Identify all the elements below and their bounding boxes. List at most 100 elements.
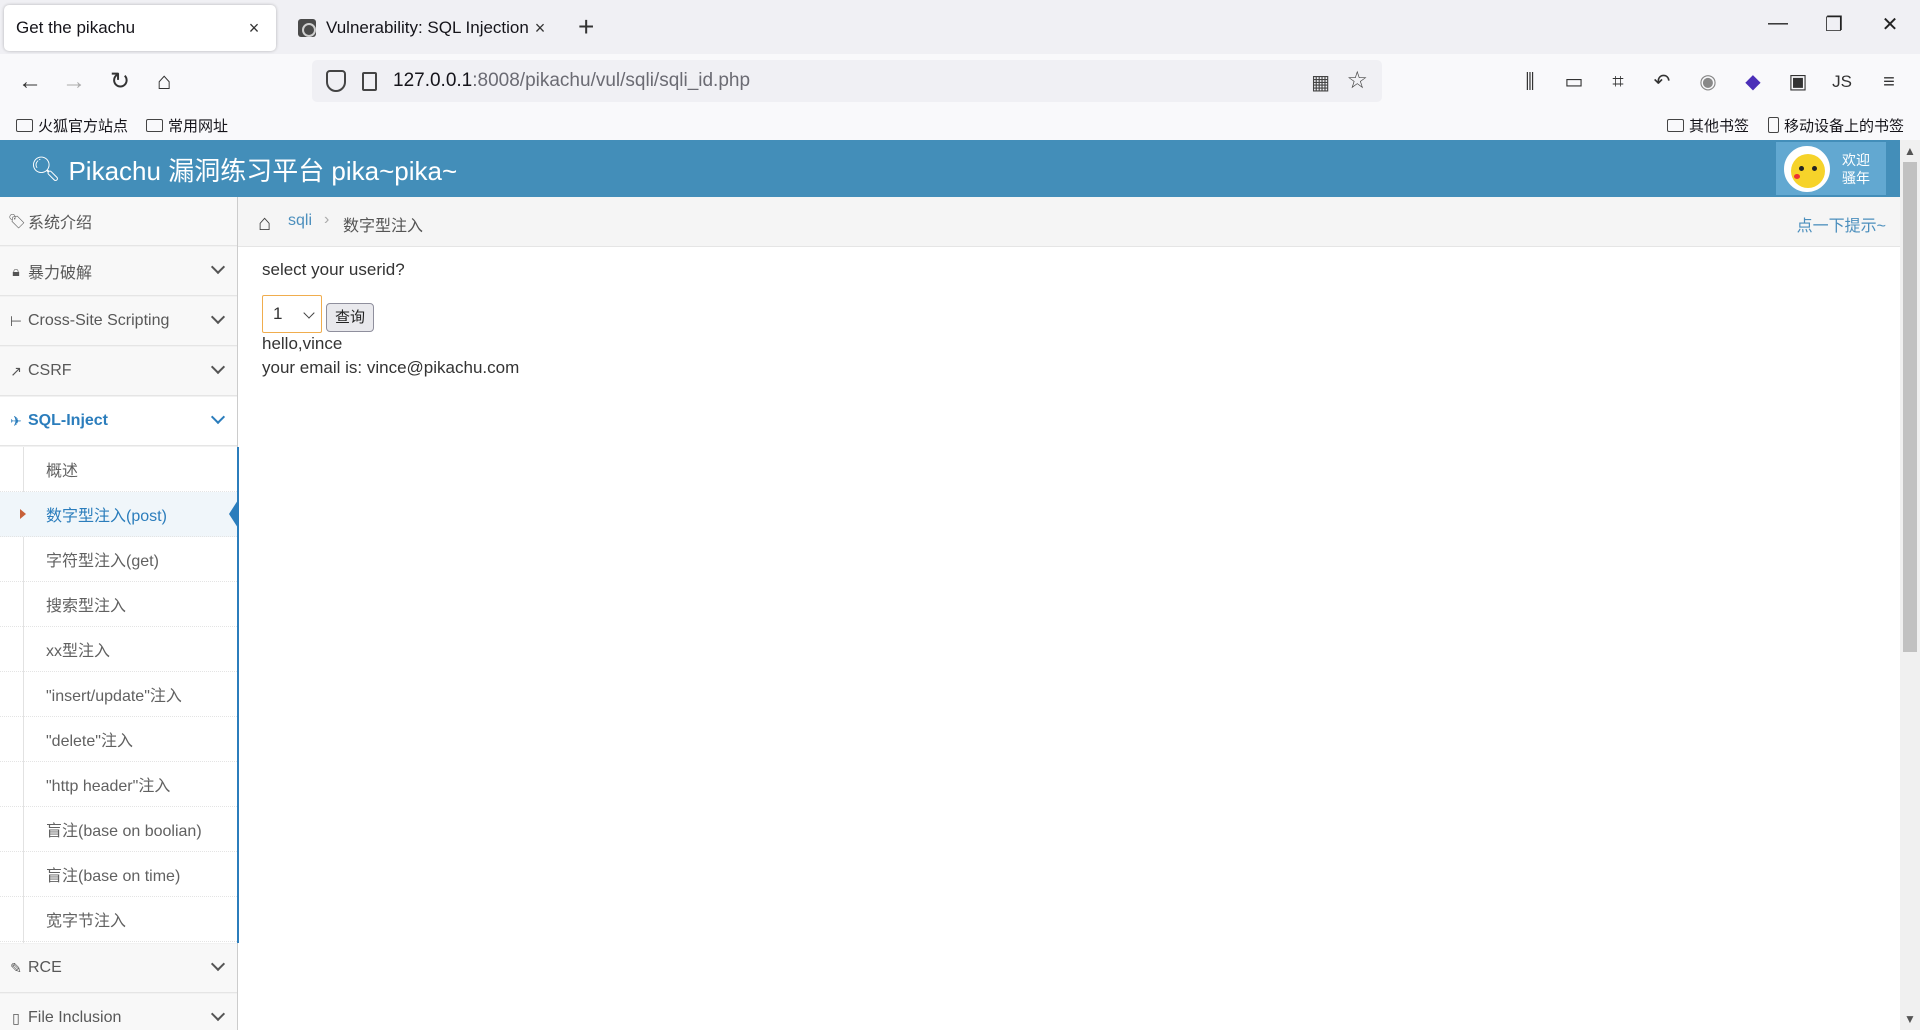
minimize-button[interactable]: —: [1758, 12, 1798, 35]
url-path: :8008/pikachu/vul/sqli/sqli_id.php: [472, 70, 751, 91]
tab-label: Get the pikachu: [16, 18, 136, 37]
avatar: [1784, 145, 1830, 192]
caret-right-icon: [20, 509, 26, 519]
sidebar-item-brute-force[interactable]: 🔒︎ 暴力破解: [0, 247, 237, 296]
submenu-item-label: 概述: [46, 463, 79, 480]
bookmark-label: 火狐官方站点: [38, 117, 129, 135]
app-header: 🔍︎ Pikachu 漏洞练习平台 pika~pika~ 欢迎 骚年: [0, 140, 1900, 197]
library-icon[interactable]: ⫼: [1514, 66, 1546, 98]
back-button[interactable]: ←: [14, 66, 46, 98]
submenu-item-http-header[interactable]: "http header"注入: [0, 762, 237, 807]
scroll-up-icon[interactable]: ▲: [1904, 144, 1916, 158]
user-menu[interactable]: 欢迎 骚年: [1776, 142, 1886, 195]
submenu-item-label: "http header"注入: [46, 778, 171, 795]
restore-button[interactable]: ❐: [1814, 12, 1854, 37]
submenu-item-overview[interactable]: 概述: [0, 447, 237, 492]
chevron-down-icon: [210, 359, 226, 375]
javascript-extension-icon[interactable]: JS: [1826, 66, 1858, 98]
result-email: your email is: vince@pikachu.com: [262, 358, 520, 377]
sql-inject-submenu: 概述 数字型注入(post) 字符型注入(get) 搜索型注入 xx型注入 "i…: [0, 447, 238, 943]
submenu-item-blind-time[interactable]: 盲注(base on time): [0, 852, 237, 897]
breadcrumb-sqli-link[interactable]: sqli: [288, 212, 312, 230]
tracking-shield-icon[interactable]: [326, 70, 346, 92]
bookmarks-bar: 火狐官方站点 常用网址 其他书签 移动设备上的书签: [0, 110, 1920, 140]
sidebar-item-label: 系统介绍: [28, 215, 93, 232]
userid-prompt: select your userid?: [262, 260, 405, 279]
dvwa-favicon-icon: [298, 19, 316, 37]
app-title[interactable]: 🔍︎ Pikachu 漏洞练习平台 pika~pika~: [30, 151, 457, 188]
tab-close-icon[interactable]: ×: [244, 18, 264, 39]
folder-icon: [146, 118, 163, 132]
sidebar-item-sql-inject[interactable]: ✈ SQL-Inject: [0, 397, 237, 446]
greeting-line-1: 欢迎: [1842, 151, 1870, 168]
chevron-down-icon: [303, 307, 315, 319]
submenu-item-xx[interactable]: xx型注入: [0, 627, 237, 672]
tab-label: Vulnerability: SQL Injection ::: [326, 18, 530, 37]
submenu-item-insert-update[interactable]: "insert/update"注入: [0, 672, 237, 717]
page-info-icon[interactable]: [362, 71, 377, 91]
submenu-item-blind-boolean[interactable]: 盲注(base on boolian): [0, 807, 237, 852]
breadcrumb-current: 数字型注入: [343, 218, 424, 235]
menu-icon[interactable]: ≡: [1873, 66, 1905, 98]
sidebar-item-intro[interactable]: 🏷︎ 系统介绍: [0, 197, 237, 246]
screenshot-crop-icon[interactable]: ⌗: [1602, 66, 1634, 98]
submenu-item-wide-byte[interactable]: 宽字节注入: [0, 897, 237, 942]
sidebar-item-csrf[interactable]: ↗ CSRF: [0, 347, 237, 396]
userid-select[interactable]: 1: [262, 295, 322, 333]
bookmark-other[interactable]: 其他书签: [1667, 113, 1749, 137]
submenu-item-label: 字符型注入(get): [46, 553, 159, 570]
file-icon: ▯: [12, 1009, 20, 1026]
scroll-down-icon[interactable]: ▼: [1904, 1012, 1916, 1026]
new-tab-button[interactable]: +: [578, 12, 594, 42]
web-page: 🔍︎ Pikachu 漏洞练习平台 pika~pika~ 欢迎 骚年 🏷︎ 系统…: [0, 140, 1900, 1030]
tab-vulnerability-sql-injection[interactable]: Vulnerability: SQL Injection :: ×: [286, 5, 562, 51]
chevron-down-icon: [210, 1006, 226, 1022]
sidebar-item-rce[interactable]: ✎ RCE: [0, 944, 237, 993]
lock-icon: 🔒︎: [12, 262, 20, 279]
tab-get-the-pikachu[interactable]: Get the pikachu ×: [4, 5, 276, 51]
forward-button[interactable]: →: [58, 66, 90, 98]
submenu-item-string-get[interactable]: 字符型注入(get): [0, 537, 237, 582]
chevron-down-icon: [210, 409, 226, 425]
sidebar-item-file-inclusion[interactable]: ▯ File Inclusion: [0, 994, 237, 1030]
submenu-item-label: "delete"注入: [46, 733, 133, 750]
bookmark-common-urls[interactable]: 常用网址: [146, 113, 228, 137]
bookmark-mobile[interactable]: 移动设备上的书签: [1768, 113, 1904, 137]
url-text: 127.0.0.1:8008/pikachu/vul/sqli/sqli_id.…: [393, 70, 750, 92]
submenu-item-delete[interactable]: "delete"注入: [0, 717, 237, 762]
extension-mask-icon[interactable]: ▣: [1782, 66, 1814, 98]
browser-tab-bar: Get the pikachu × Vulnerability: SQL Inj…: [0, 0, 1920, 54]
undo-icon[interactable]: ↶: [1646, 66, 1678, 98]
tab-close-icon[interactable]: ×: [530, 18, 550, 39]
sidebar-item-label: 暴力破解: [28, 265, 93, 282]
bookmark-firefox-site[interactable]: 火狐官方站点: [16, 113, 128, 137]
mobile-device-icon: [1768, 117, 1779, 133]
bookmark-star-icon[interactable]: ☆: [1346, 66, 1368, 95]
submenu-item-label: xx型注入: [46, 643, 111, 660]
qr-code-icon[interactable]: ▦: [1311, 70, 1330, 95]
bookmark-label: 其他书签: [1689, 117, 1750, 135]
chevron-down-icon: [210, 259, 226, 275]
submenu-item-numeric-post[interactable]: 数字型注入(post): [0, 492, 238, 537]
url-host: 127.0.0.1: [393, 70, 473, 91]
submenu-accent-line: [237, 447, 239, 943]
folder-icon: [1667, 118, 1684, 132]
close-window-button[interactable]: ✕: [1870, 12, 1910, 37]
reload-button[interactable]: ↻: [104, 66, 136, 98]
sidebar-item-label: Cross-Site Scripting: [28, 312, 170, 329]
plane-icon: ✈: [10, 412, 22, 429]
sidebar-toggle-icon[interactable]: ▭: [1558, 66, 1590, 98]
selected-userid: 1: [273, 304, 283, 323]
page-scrollbar[interactable]: ▲ ▼: [1900, 140, 1920, 1030]
address-bar[interactable]: 127.0.0.1:8008/pikachu/vul/sqli/sqli_id.…: [312, 60, 1382, 102]
scrollbar-thumb[interactable]: [1903, 162, 1917, 652]
query-button[interactable]: 查询: [326, 303, 374, 332]
chevron-down-icon: [210, 309, 226, 325]
greeting-line-2: 骚年: [1842, 169, 1870, 186]
hint-link[interactable]: 点一下提示~: [1797, 212, 1886, 236]
home-button[interactable]: ⌂: [148, 66, 180, 98]
sidebar-item-xss[interactable]: ⊢ Cross-Site Scripting: [0, 297, 237, 346]
extension-cube-icon[interactable]: ◆: [1737, 66, 1769, 98]
submenu-item-search[interactable]: 搜索型注入: [0, 582, 237, 627]
record-icon[interactable]: ◉: [1692, 66, 1724, 98]
